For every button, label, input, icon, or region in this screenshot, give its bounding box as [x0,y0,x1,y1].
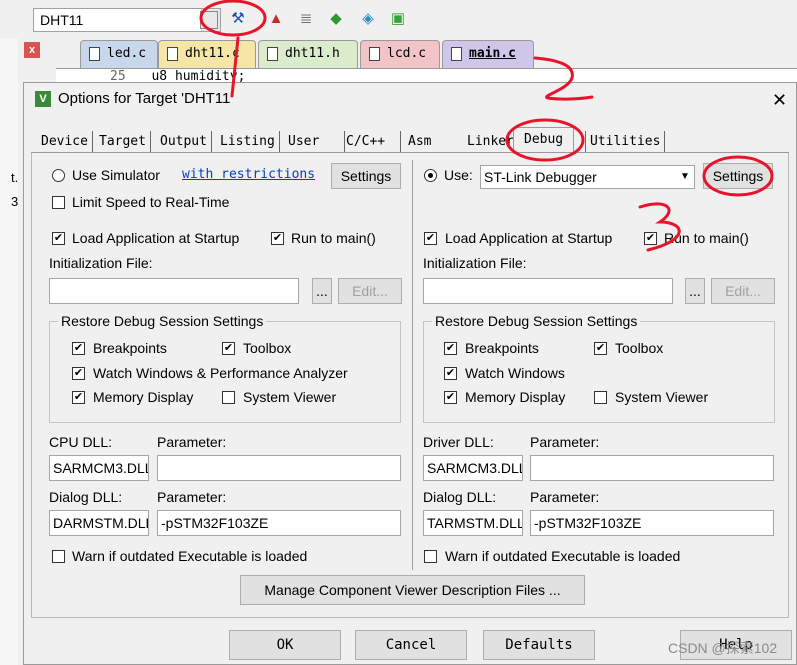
annotation-stroke [533,56,594,101]
annotation-stroke [638,202,681,252]
annotation-circle [702,155,774,197]
annotation-circle [505,118,585,162]
annotation-layer [199,0,774,252]
annotation-stroke [230,36,240,98]
annotation-circle [199,0,267,37]
